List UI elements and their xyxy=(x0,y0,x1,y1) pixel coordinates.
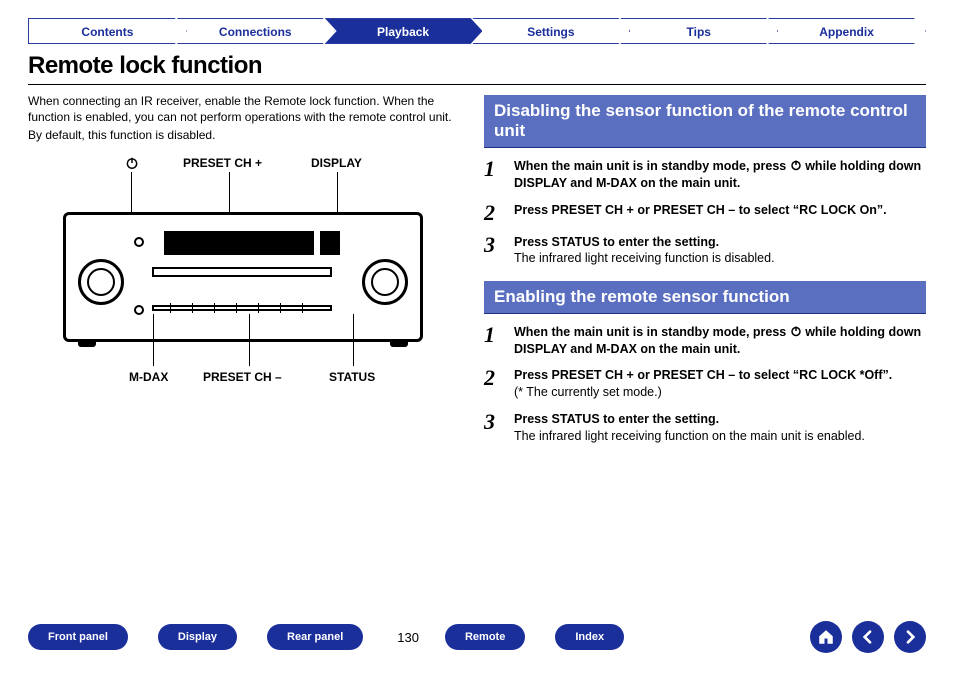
disc-tray xyxy=(152,267,332,277)
step-body: Press PRESET CH + or PRESET CH – to sele… xyxy=(514,202,887,224)
step: 1 When the main unit is in standby mode,… xyxy=(484,324,926,358)
tab-settings[interactable]: Settings xyxy=(472,18,630,44)
label-display: DISPLAY xyxy=(311,156,362,170)
tab-playback[interactable]: Playback xyxy=(325,18,483,44)
tab-tips[interactable]: Tips xyxy=(620,18,778,44)
power-icon xyxy=(790,325,802,337)
selector-knob xyxy=(362,259,408,305)
step-number: 2 xyxy=(484,367,504,401)
step: 3 Press STATUS to enter the setting. The… xyxy=(484,411,926,445)
step-number: 3 xyxy=(484,411,504,445)
power-icon xyxy=(790,159,802,171)
step-body: When the main unit is in standby mode, p… xyxy=(514,158,926,192)
leader-line xyxy=(353,314,354,366)
front-display xyxy=(164,231,314,255)
tab-connections[interactable]: Connections xyxy=(177,18,335,44)
step: 3 Press STATUS to enter the setting. The… xyxy=(484,234,926,268)
small-button xyxy=(134,305,144,315)
intro-text: When connecting an IR receiver, enable t… xyxy=(28,93,458,144)
home-button[interactable] xyxy=(810,621,842,653)
page-title: Remote lock function xyxy=(28,52,926,80)
prev-button[interactable] xyxy=(852,621,884,653)
title-rule xyxy=(28,84,926,85)
step-number: 2 xyxy=(484,202,504,224)
power-icon xyxy=(125,156,137,168)
label-preset-ch-minus: PRESET CH – xyxy=(203,370,282,384)
intro-p1: When connecting an IR receiver, enable t… xyxy=(28,93,458,125)
power-button xyxy=(134,237,144,247)
step-body: Press STATUS to enter the setting. The i… xyxy=(514,234,775,268)
label-preset-ch-plus: PRESET CH + xyxy=(183,156,262,170)
step-body: Press STATUS to enter the setting. The i… xyxy=(514,411,865,445)
section2-steps: 1 When the main unit is in standby mode,… xyxy=(484,324,926,445)
remote-button[interactable]: Remote xyxy=(445,624,525,650)
arrow-left-icon xyxy=(860,629,876,645)
device-body xyxy=(63,212,423,342)
section1-steps: 1 When the main unit is in standby mode,… xyxy=(484,158,926,268)
section2-heading: Enabling the remote sensor function xyxy=(484,281,926,313)
label-power-icon xyxy=(125,156,137,170)
step-body: When the main unit is in standby mode, p… xyxy=(514,324,926,358)
device-diagram: PRESET CH + DISPLAY xyxy=(53,156,433,396)
step-number: 1 xyxy=(484,324,504,358)
intro-p2: By default, this function is disabled. xyxy=(28,127,458,143)
volume-knob xyxy=(78,259,124,305)
page-number: 130 xyxy=(397,630,419,645)
step-body: Press PRESET CH + or PRESET CH – to sele… xyxy=(514,367,892,401)
step-number: 1 xyxy=(484,158,504,192)
index-button[interactable]: Index xyxy=(555,624,624,650)
home-icon xyxy=(817,628,835,646)
step-number: 3 xyxy=(484,234,504,268)
step: 2 Press PRESET CH + or PRESET CH – to se… xyxy=(484,202,926,224)
front-panel-button[interactable]: Front panel xyxy=(28,624,128,650)
tab-appendix[interactable]: Appendix xyxy=(768,18,926,44)
label-mdax: M-DAX xyxy=(129,370,168,384)
leader-line xyxy=(249,314,250,366)
leader-line xyxy=(153,314,154,366)
label-status: STATUS xyxy=(329,370,375,384)
footer: Front panel Display Rear panel 130 Remot… xyxy=(28,617,926,657)
step: 1 When the main unit is in standby mode,… xyxy=(484,158,926,192)
step: 2 Press PRESET CH + or PRESET CH – to se… xyxy=(484,367,926,401)
rear-panel-button[interactable]: Rear panel xyxy=(267,624,363,650)
section1-heading: Disabling the sensor function of the rem… xyxy=(484,95,926,148)
next-button[interactable] xyxy=(894,621,926,653)
top-tabs: Contents Connections Playback Settings T… xyxy=(28,18,926,44)
display-button[interactable]: Display xyxy=(158,624,237,650)
front-display-small xyxy=(320,231,340,255)
arrow-right-icon xyxy=(902,629,918,645)
tab-contents[interactable]: Contents xyxy=(28,18,187,44)
